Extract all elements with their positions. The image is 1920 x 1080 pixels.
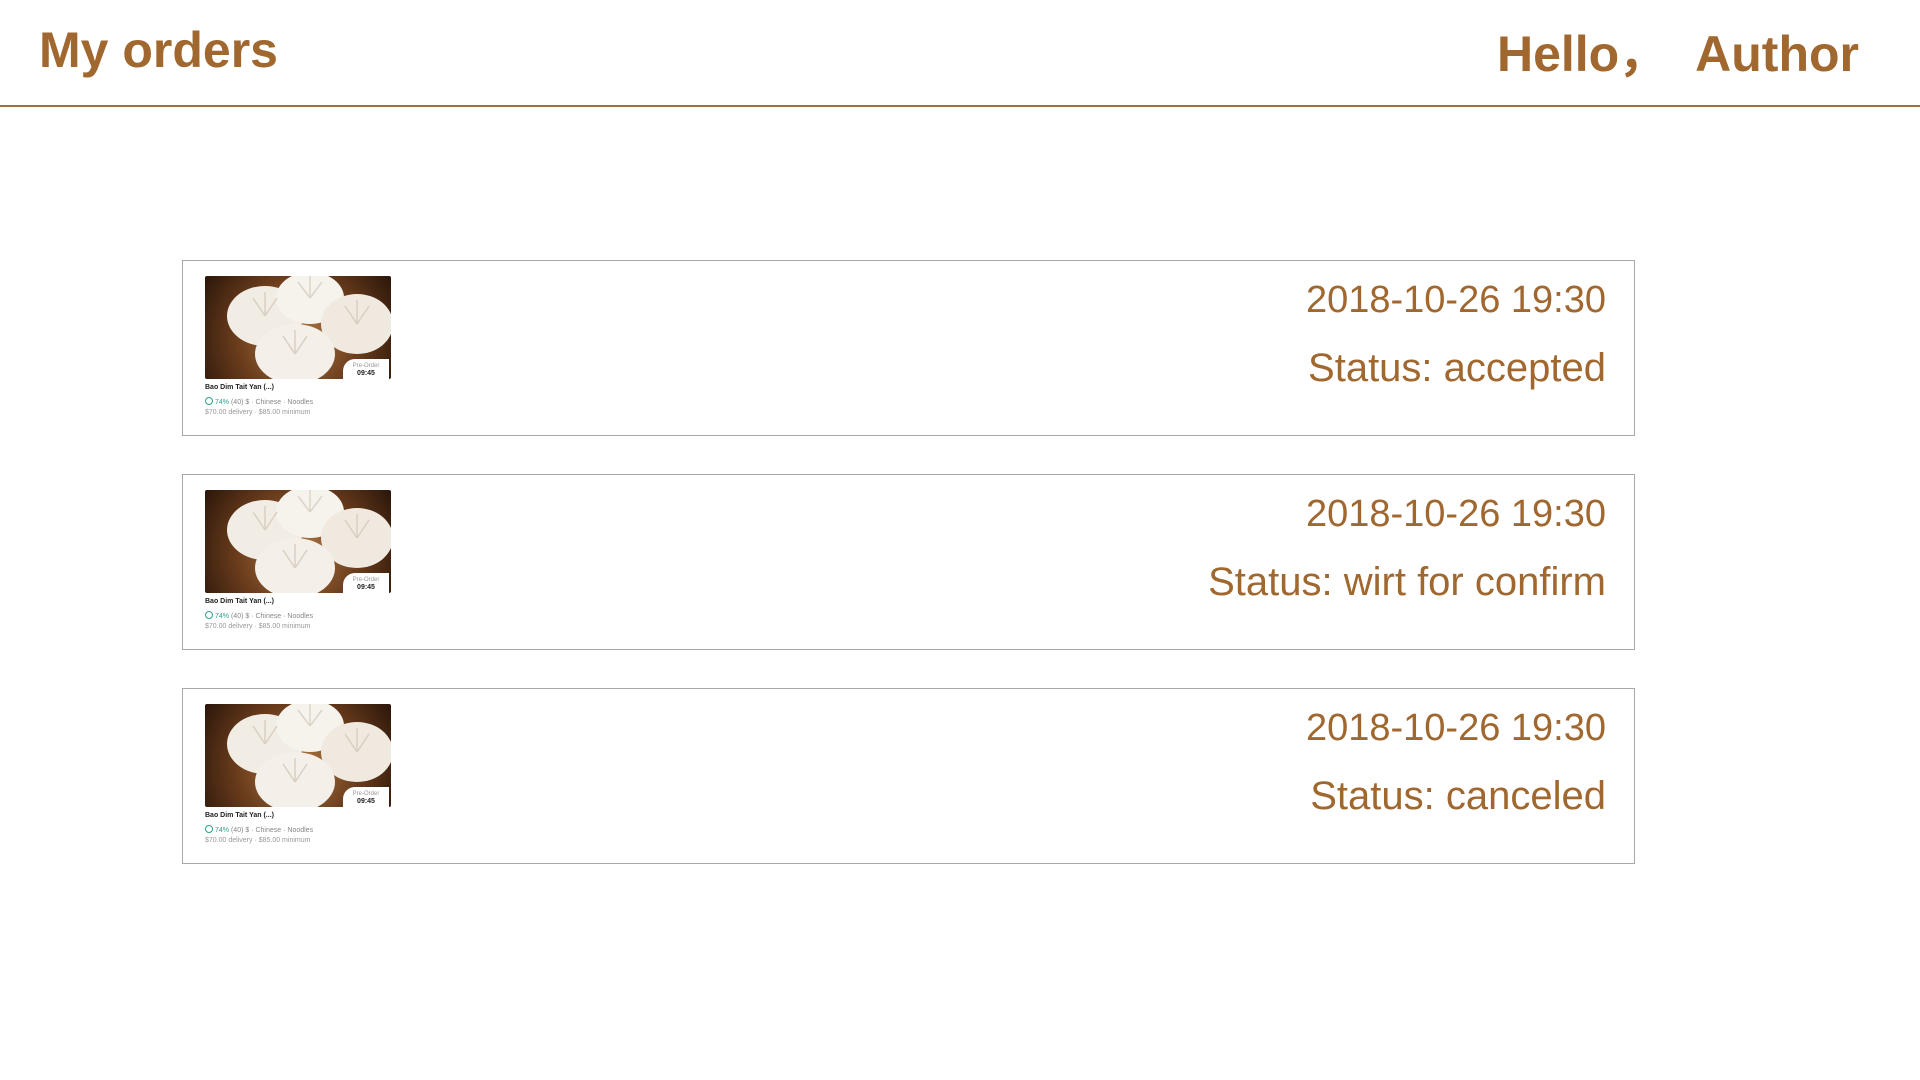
order-card[interactable]: Pre-Order 09:45 Bao Dim Tait Yan (...) 7… [182,474,1635,650]
restaurant-categories: $ · Chinese · Noodles [245,613,314,620]
preorder-label: Pre-Order [352,791,380,797]
order-card[interactable]: Pre-Order 09:45 Bao Dim Tait Yan (...) 7… [182,260,1635,436]
restaurant-thumbnail[interactable]: Pre-Order 09:45 Bao Dim Tait Yan (...) 7… [205,276,391,426]
restaurant-fees: $70.00 delivery · $85.00 minimum [205,623,311,630]
restaurant-name: Bao Dim Tait Yan (...) [205,598,274,605]
rating-percent: 74% [215,613,230,620]
preorder-time: 09:45 [357,798,375,805]
page-title: My orders [39,22,278,78]
preorder-label: Pre-Order [352,363,380,369]
dumplings-photo: Pre-Order 09:45 [205,704,391,807]
preorder-badge: Pre-Order 09:45 [343,573,389,593]
rating-percent: 74% [215,827,230,834]
preorder-badge: Pre-Order 09:45 [343,787,389,807]
order-datetime: 2018-10-26 19:30 [1305,279,1606,321]
restaurant-fees: $70.00 delivery · $85.00 minimum [205,837,311,844]
dumplings-photo: Pre-Order 09:45 [205,276,391,379]
user-greeting[interactable]: Hello， Author [1497,22,1859,86]
rating-icon [205,611,213,619]
order-card[interactable]: Pre-Order 09:45 Bao Dim Tait Yan (...) 7… [182,688,1635,864]
rating-icon [205,397,213,405]
rating-icon [205,825,213,833]
order-datetime: 2018-10-26 19:30 [1305,493,1606,535]
order-datetime: 2018-10-26 19:30 [1305,707,1606,749]
restaurant-thumbnail[interactable]: Pre-Order 09:45 Bao Dim Tait Yan (...) 7… [205,490,391,640]
preorder-badge: Pre-Order 09:45 [343,359,389,379]
restaurant-categories: $ · Chinese · Noodles [245,399,314,406]
rating-count: (40) [230,399,244,406]
order-list: Pre-Order 09:45 Bao Dim Tait Yan (...) 7… [182,260,1635,902]
order-status: Status: canceled [1310,774,1606,818]
rating-count: (40) [230,613,244,620]
restaurant-meta: 74% (40) $ · Chinese · Noodles [205,825,313,834]
page-header: My orders Hello， Author [0,0,1920,107]
restaurant-name: Bao Dim Tait Yan (...) [205,384,274,391]
rating-count: (40) [230,827,244,834]
dumplings-photo: Pre-Order 09:45 [205,490,391,593]
restaurant-meta: 74% (40) $ · Chinese · Noodles [205,611,313,620]
restaurant-name: Bao Dim Tait Yan (...) [205,812,274,819]
preorder-time: 09:45 [357,584,375,591]
preorder-time: 09:45 [357,370,375,377]
restaurant-fees: $70.00 delivery · $85.00 minimum [205,409,311,416]
restaurant-thumbnail[interactable]: Pre-Order 09:45 Bao Dim Tait Yan (...) 7… [205,704,391,854]
order-status: Status: wirt for confirm [1208,560,1606,604]
restaurant-categories: $ · Chinese · Noodles [245,827,314,834]
rating-percent: 74% [215,399,230,406]
preorder-label: Pre-Order [352,577,380,583]
restaurant-meta: 74% (40) $ · Chinese · Noodles [205,397,313,406]
order-status: Status: accepted [1308,346,1606,390]
